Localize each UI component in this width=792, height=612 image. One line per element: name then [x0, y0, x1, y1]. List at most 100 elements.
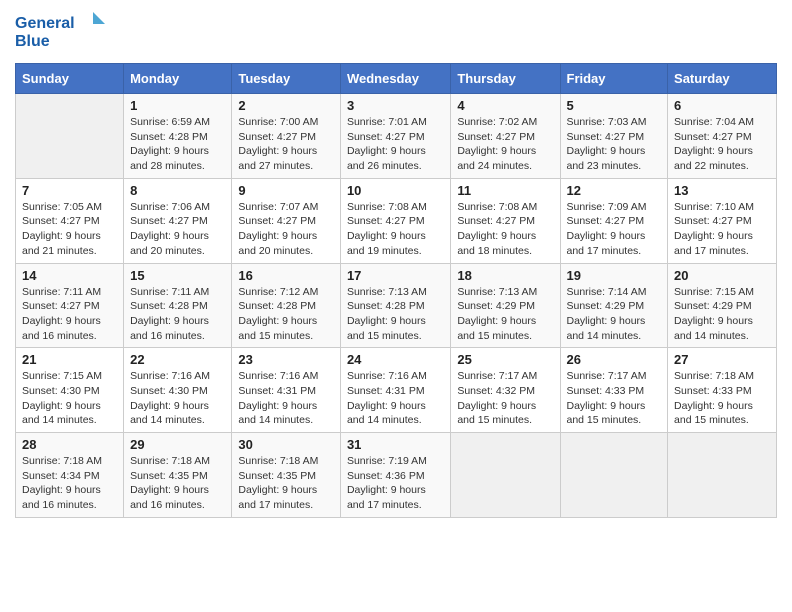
calendar-cell: 14 Sunrise: 7:11 AMSunset: 4:27 PMDayligh…	[16, 263, 124, 348]
weekday-header: Monday	[124, 64, 232, 94]
day-info: Sunrise: 6:59 AMSunset: 4:28 PMDaylight:…	[130, 115, 225, 174]
day-info: Sunrise: 7:16 AMSunset: 4:31 PMDaylight:…	[238, 369, 334, 428]
day-info: Sunrise: 7:11 AMSunset: 4:27 PMDaylight:…	[22, 285, 117, 344]
day-info: Sunrise: 7:18 AMSunset: 4:35 PMDaylight:…	[130, 454, 225, 513]
calendar-cell: 1 Sunrise: 6:59 AMSunset: 4:28 PMDaylight…	[124, 94, 232, 179]
calendar-cell: 4Sunrise: 7:02 AMSunset: 4:27 PMDaylight…	[451, 94, 560, 179]
weekday-header: Friday	[560, 64, 668, 94]
calendar-cell: 8 Sunrise: 7:06 AMSunset: 4:27 PMDaylight…	[124, 178, 232, 263]
day-info: Sunrise: 7:13 AMSunset: 4:29 PMDaylight:…	[457, 285, 553, 344]
calendar-cell: 30 Sunrise: 7:18 AMSunset: 4:35 PMDayligh…	[232, 433, 341, 518]
calendar-cell: 29Sunrise: 7:18 AMSunset: 4:35 PMDayligh…	[124, 433, 232, 518]
day-number: 30	[238, 437, 334, 452]
day-number: 8	[130, 183, 225, 198]
day-number: 3	[347, 98, 444, 113]
calendar-cell: 12 Sunrise: 7:09 AMSunset: 4:27 PMDayligh…	[560, 178, 668, 263]
day-info: Sunrise: 7:11 AMSunset: 4:28 PMDaylight:…	[130, 285, 225, 344]
day-info: Sunrise: 7:15 AMSunset: 4:29 PMDaylight:…	[674, 285, 770, 344]
weekday-header: Tuesday	[232, 64, 341, 94]
day-number: 11	[457, 183, 553, 198]
svg-text:Blue: Blue	[15, 33, 50, 50]
day-number: 5	[567, 98, 662, 113]
day-info: Sunrise: 7:15 AMSunset: 4:30 PMDaylight:…	[22, 369, 117, 428]
day-info: Sunrise: 7:01 AMSunset: 4:27 PMDaylight:…	[347, 115, 444, 174]
calendar-week-row: 7 Sunrise: 7:05 AMSunset: 4:27 PMDaylight…	[16, 178, 777, 263]
calendar-cell: 7 Sunrise: 7:05 AMSunset: 4:27 PMDaylight…	[16, 178, 124, 263]
day-info: Sunrise: 7:04 AMSunset: 4:27 PMDaylight:…	[674, 115, 770, 174]
calendar-cell: 18Sunrise: 7:13 AMSunset: 4:29 PMDayligh…	[451, 263, 560, 348]
calendar-cell: 2 Sunrise: 7:00 AMSunset: 4:27 PMDaylight…	[232, 94, 341, 179]
day-number: 20	[674, 268, 770, 283]
calendar-week-row: 14 Sunrise: 7:11 AMSunset: 4:27 PMDayligh…	[16, 263, 777, 348]
day-info: Sunrise: 7:10 AMSunset: 4:27 PMDaylight:…	[674, 200, 770, 259]
day-number: 1	[130, 98, 225, 113]
day-info: Sunrise: 7:07 AMSunset: 4:27 PMDaylight:…	[238, 200, 334, 259]
day-info: Sunrise: 7:00 AMSunset: 4:27 PMDaylight:…	[238, 115, 334, 174]
day-number: 6	[674, 98, 770, 113]
day-info: Sunrise: 7:17 AMSunset: 4:32 PMDaylight:…	[457, 369, 553, 428]
day-info: Sunrise: 7:18 AMSunset: 4:35 PMDaylight:…	[238, 454, 334, 513]
day-info: Sunrise: 7:05 AMSunset: 4:27 PMDaylight:…	[22, 200, 117, 259]
day-info: Sunrise: 7:14 AMSunset: 4:29 PMDaylight:…	[567, 285, 662, 344]
calendar-cell: 20 Sunrise: 7:15 AMSunset: 4:29 PMDayligh…	[668, 263, 777, 348]
day-info: Sunrise: 7:03 AMSunset: 4:27 PMDaylight:…	[567, 115, 662, 174]
day-number: 15	[130, 268, 225, 283]
day-number: 23	[238, 352, 334, 367]
weekday-header: Wednesday	[340, 64, 450, 94]
day-number: 27	[674, 352, 770, 367]
day-number: 7	[22, 183, 117, 198]
weekday-header: Saturday	[668, 64, 777, 94]
calendar-cell: 27Sunrise: 7:18 AMSunset: 4:33 PMDayligh…	[668, 348, 777, 433]
calendar-cell	[560, 433, 668, 518]
calendar-cell: 25Sunrise: 7:17 AMSunset: 4:32 PMDayligh…	[451, 348, 560, 433]
day-number: 22	[130, 352, 225, 367]
calendar-cell	[668, 433, 777, 518]
page-header: General Blue	[15, 10, 777, 55]
day-info: Sunrise: 7:06 AMSunset: 4:27 PMDaylight:…	[130, 200, 225, 259]
day-number: 10	[347, 183, 444, 198]
svg-text:General: General	[15, 15, 75, 32]
logo: General Blue	[15, 10, 105, 55]
day-number: 14	[22, 268, 117, 283]
day-info: Sunrise: 7:16 AMSunset: 4:30 PMDaylight:…	[130, 369, 225, 428]
day-info: Sunrise: 7:09 AMSunset: 4:27 PMDaylight:…	[567, 200, 662, 259]
calendar-cell: 15 Sunrise: 7:11 AMSunset: 4:28 PMDayligh…	[124, 263, 232, 348]
day-number: 26	[567, 352, 662, 367]
calendar-cell	[451, 433, 560, 518]
calendar-week-row: 1 Sunrise: 6:59 AMSunset: 4:28 PMDaylight…	[16, 94, 777, 179]
day-info: Sunrise: 7:02 AMSunset: 4:27 PMDaylight:…	[457, 115, 553, 174]
calendar-table: SundayMondayTuesdayWednesdayThursdayFrid…	[15, 63, 777, 518]
calendar-cell: 26 Sunrise: 7:17 AMSunset: 4:33 PMDayligh…	[560, 348, 668, 433]
weekday-header: Sunday	[16, 64, 124, 94]
day-number: 2	[238, 98, 334, 113]
day-info: Sunrise: 7:08 AMSunset: 4:27 PMDaylight:…	[347, 200, 444, 259]
calendar-cell: 19Sunrise: 7:14 AMSunset: 4:29 PMDayligh…	[560, 263, 668, 348]
calendar-cell: 28Sunrise: 7:18 AMSunset: 4:34 PMDayligh…	[16, 433, 124, 518]
day-info: Sunrise: 7:19 AMSunset: 4:36 PMDaylight:…	[347, 454, 444, 513]
calendar-cell: 22 Sunrise: 7:16 AMSunset: 4:30 PMDayligh…	[124, 348, 232, 433]
calendar-cell: 21 Sunrise: 7:15 AMSunset: 4:30 PMDayligh…	[16, 348, 124, 433]
calendar-cell: 16 Sunrise: 7:12 AMSunset: 4:28 PMDayligh…	[232, 263, 341, 348]
day-info: Sunrise: 7:12 AMSunset: 4:28 PMDaylight:…	[238, 285, 334, 344]
day-number: 9	[238, 183, 334, 198]
day-number: 31	[347, 437, 444, 452]
calendar-cell: 17Sunrise: 7:13 AMSunset: 4:28 PMDayligh…	[340, 263, 450, 348]
day-number: 21	[22, 352, 117, 367]
calendar-cell: 31 Sunrise: 7:19 AMSunset: 4:36 PMDayligh…	[340, 433, 450, 518]
day-info: Sunrise: 7:16 AMSunset: 4:31 PMDaylight:…	[347, 369, 444, 428]
day-number: 28	[22, 437, 117, 452]
logo-svg: General Blue	[15, 10, 105, 55]
day-number: 16	[238, 268, 334, 283]
calendar-cell: 13 Sunrise: 7:10 AMSunset: 4:27 PMDayligh…	[668, 178, 777, 263]
calendar-header-row: SundayMondayTuesdayWednesdayThursdayFrid…	[16, 64, 777, 94]
day-number: 17	[347, 268, 444, 283]
day-info: Sunrise: 7:08 AMSunset: 4:27 PMDaylight:…	[457, 200, 553, 259]
day-number: 12	[567, 183, 662, 198]
calendar-cell: 24Sunrise: 7:16 AMSunset: 4:31 PMDayligh…	[340, 348, 450, 433]
weekday-header: Thursday	[451, 64, 560, 94]
calendar-cell	[16, 94, 124, 179]
day-info: Sunrise: 7:17 AMSunset: 4:33 PMDaylight:…	[567, 369, 662, 428]
calendar-cell: 5 Sunrise: 7:03 AMSunset: 4:27 PMDaylight…	[560, 94, 668, 179]
calendar-cell: 11 Sunrise: 7:08 AMSunset: 4:27 PMDayligh…	[451, 178, 560, 263]
day-number: 13	[674, 183, 770, 198]
